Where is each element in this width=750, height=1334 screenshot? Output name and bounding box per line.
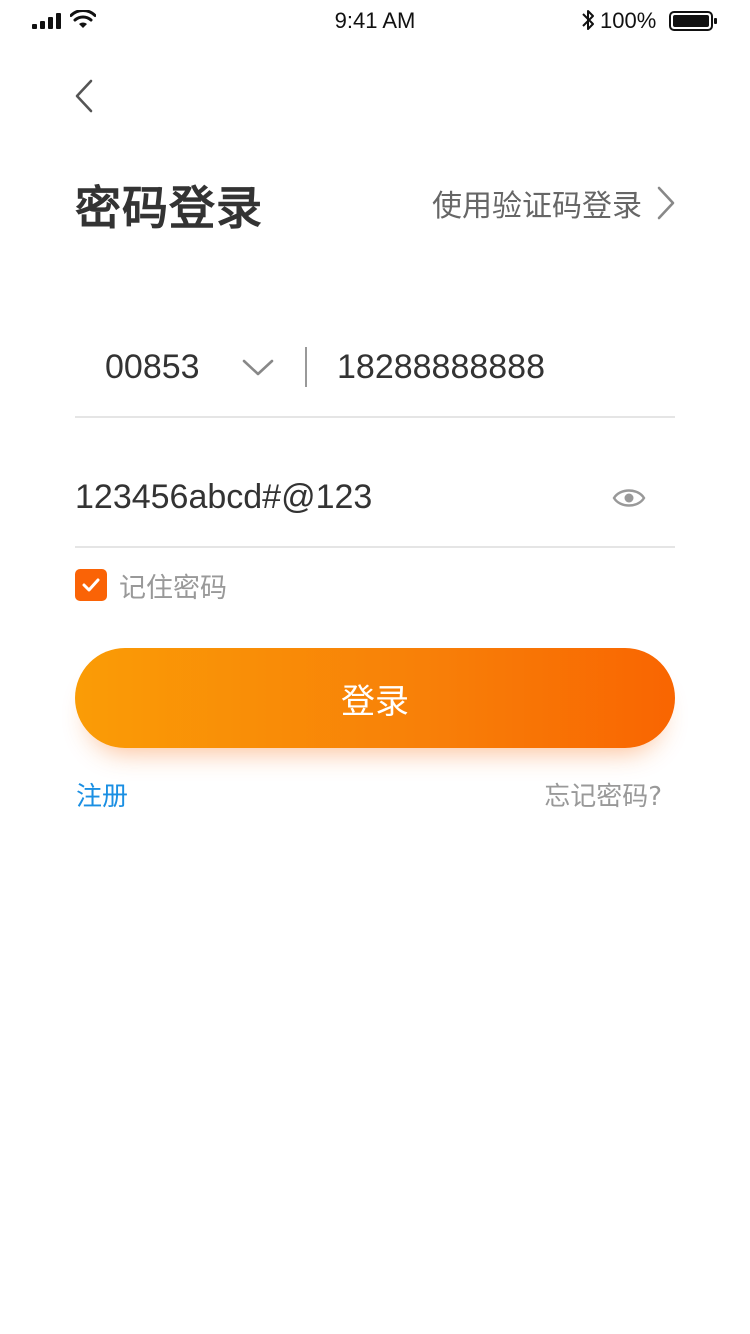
password-field-row: 123456abcd#@123: [75, 460, 675, 548]
eye-icon[interactable]: [612, 486, 646, 510]
back-chevron-icon: [75, 79, 93, 113]
forgot-password-link[interactable]: 忘记密码?: [544, 776, 662, 813]
verification-code-login-link[interactable]: 使用验证码登录: [432, 180, 676, 226]
phone-input[interactable]: 18288888888: [337, 348, 545, 387]
status-bar: 9:41 AM 100%: [0, 0, 750, 40]
switch-link-label: 使用验证码登录: [432, 189, 642, 224]
password-input[interactable]: 123456abcd#@123: [75, 478, 372, 517]
check-icon: [82, 578, 100, 592]
login-button[interactable]: 登录: [75, 648, 675, 748]
field-divider: [305, 347, 307, 387]
battery-percentage: 100%: [600, 8, 657, 33]
register-link[interactable]: 注册: [76, 776, 128, 813]
page-title: 密码登录: [75, 181, 263, 235]
checkbox-checked[interactable]: [75, 569, 107, 601]
remember-password-label: 记住密码: [119, 572, 227, 604]
chevron-right-icon: [657, 186, 675, 220]
country-code-select[interactable]: 00853: [105, 348, 200, 387]
bluetooth-icon: [582, 10, 594, 30]
phone-field-row: 00853 18288888888: [75, 330, 675, 418]
remember-password-checkbox[interactable]: 记住密码: [75, 568, 227, 604]
chevron-down-icon[interactable]: [241, 354, 275, 382]
back-button[interactable]: [66, 74, 102, 118]
battery-icon: [669, 11, 717, 31]
